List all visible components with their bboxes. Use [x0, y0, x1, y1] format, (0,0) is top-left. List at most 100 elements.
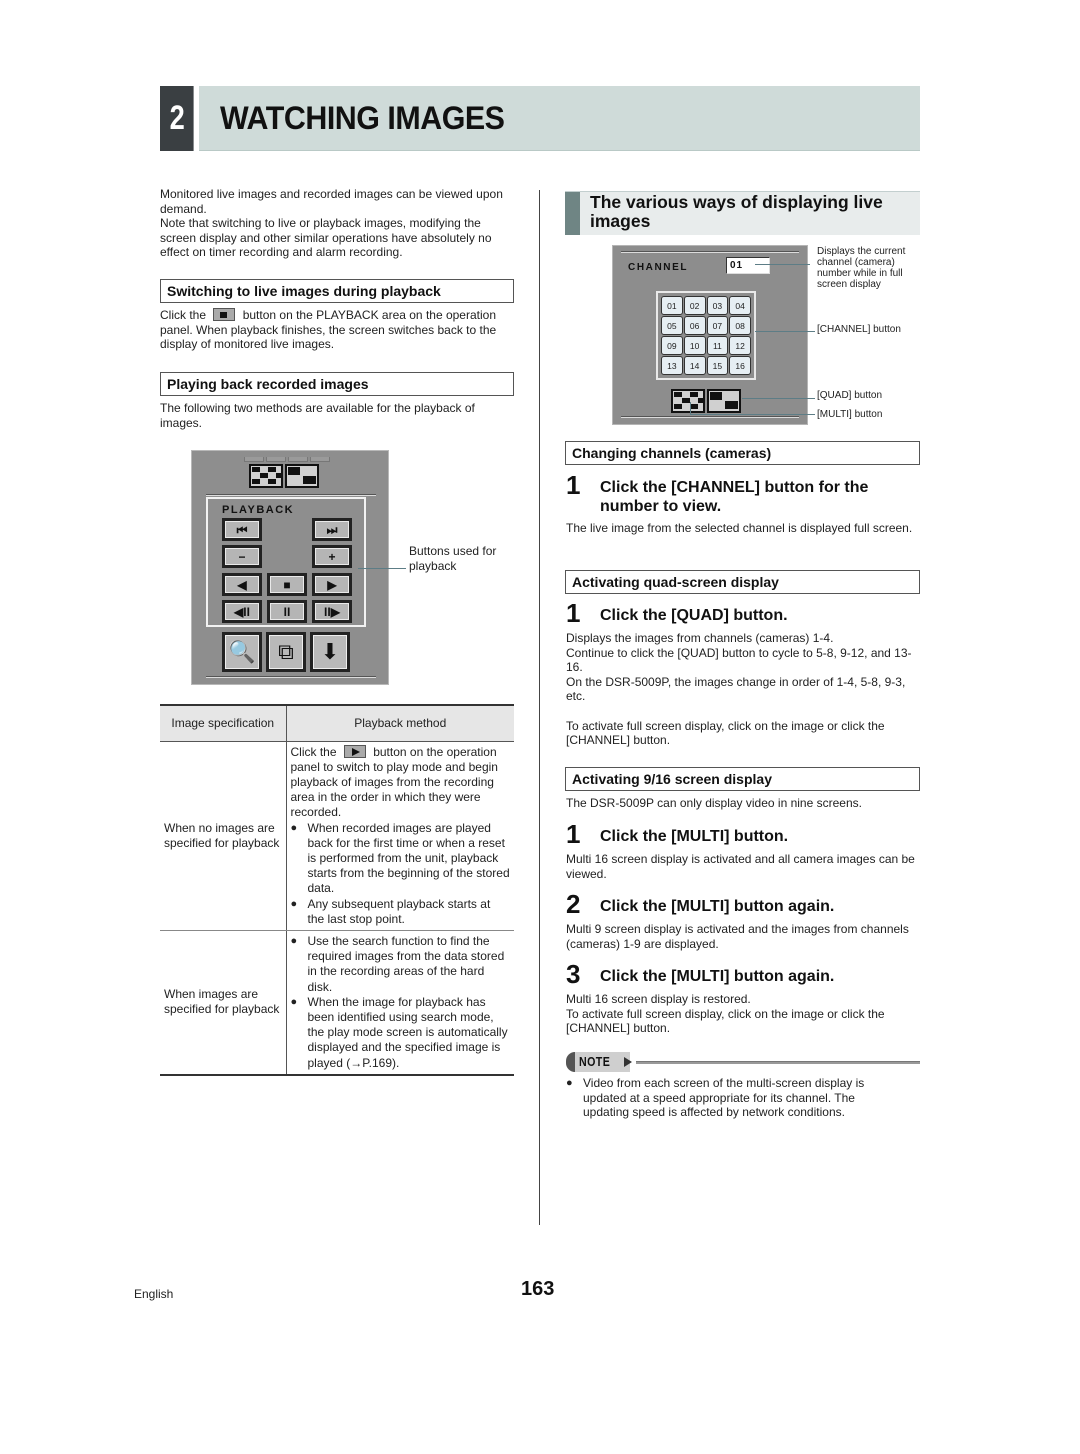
reverse-icon: ◀ [225, 576, 259, 593]
page-number: 163 [521, 1278, 555, 1300]
channel-button-10[interactable]: 10 [683, 336, 706, 355]
intro-paragraph: Monitored live images and recorded image… [160, 187, 512, 260]
callout-multi-button: [MULTI] button [817, 409, 883, 420]
copy-icon: ⧉ [269, 635, 303, 669]
step-title: Click the [CHANNEL] button for the numbe… [600, 479, 869, 515]
playback-label: PLAYBACK [222, 504, 295, 516]
channel-button-06[interactable]: 06 [683, 316, 706, 335]
step-back-button[interactable]: ◀II [222, 600, 262, 623]
bullet-text: Use the search function to find the requ… [307, 933, 505, 994]
channel-button-11[interactable]: 11 [706, 336, 729, 355]
copy-button[interactable]: ⧉ [266, 632, 306, 672]
play-button[interactable]: ▶ [312, 573, 352, 596]
table-cell-spec: When images are specified for playback [160, 930, 287, 1076]
skip-to-end-icon: ⏭ [315, 521, 349, 538]
bullet-item: ● Any subsequent playback starts at the l… [291, 897, 511, 927]
subheading-quad: Activating quad-screen display [565, 570, 920, 594]
table-cell-spec: When no images are specified for playbac… [160, 741, 287, 931]
callout-leader [358, 568, 406, 569]
skip-to-end-button[interactable]: ⏭ [312, 518, 352, 541]
switching-text-before: Click the [160, 308, 207, 322]
callout-channel-button: [CHANNEL] button [817, 324, 901, 335]
multi-step-text-2: To activate full screen display, click o… [566, 1006, 885, 1036]
step-number: 2 [566, 889, 581, 919]
changing-text: The live image from the selected channel… [566, 521, 913, 535]
pause-button[interactable]: II [267, 600, 307, 623]
magnifier-icon: 🔍 [225, 635, 259, 669]
minus-icon: − [225, 548, 259, 565]
method-intro: Click the button on the operation panel … [290, 744, 511, 821]
table-cell-method: Click the button on the operation panel … [286, 741, 514, 931]
step-number: 3 [566, 959, 581, 989]
playback-methods-table: Image specification Playback method When… [160, 704, 514, 1076]
bullet-item: ● When recorded images are played back fo… [290, 820, 510, 896]
section-accent [565, 192, 580, 235]
footer-language: English [134, 1287, 174, 1301]
intro-text-2: Note that switching to live or playback … [160, 216, 492, 260]
bullet-text: Any subsequent playback starts at the la… [307, 896, 491, 926]
callout-leader [755, 264, 810, 265]
note-rule [636, 1061, 920, 1064]
callout-leader [690, 402, 691, 414]
bullet-item: ● Video from each screen of the multi-scr… [566, 1076, 896, 1120]
callout-leader [690, 414, 815, 415]
step-title: Click the [QUAD] button. [600, 607, 788, 624]
download-icon: ⬇ [313, 635, 347, 669]
quad-text: Displays the images from channels (camer… [566, 631, 922, 748]
channel-button-09[interactable]: 09 [661, 336, 683, 355]
playback-button-group: PLAYBACK ⏮ ⏭ − + ◀ ■ ▶ ◀II II II▶ [206, 497, 366, 627]
plus-button[interactable]: + [312, 545, 352, 568]
multi-icon[interactable] [249, 464, 283, 488]
skip-to-start-button[interactable]: ⏮ [222, 518, 262, 541]
channel-button-07[interactable]: 07 [706, 316, 729, 335]
play-icon: ▶ [315, 576, 349, 593]
channel-button-12[interactable]: 12 [729, 336, 751, 355]
channel-button-03[interactable]: 03 [706, 296, 729, 315]
quad-text-3: On the DSR-5009P, the images change in o… [566, 674, 906, 704]
multi-step-text: Multi 16 screen display is restored. To … [566, 992, 922, 1036]
multi-step-text: Multi 9 screen display is activated and … [566, 922, 909, 951]
download-button[interactable]: ⬇ [310, 632, 350, 672]
minus-button[interactable]: − [222, 545, 262, 568]
channel-button-01[interactable]: 01 [661, 296, 683, 315]
note-banner: NOTE [566, 1052, 920, 1072]
step-title: Click the [MULTI] button again. [600, 968, 835, 985]
divider [621, 251, 799, 253]
quad-icon[interactable] [285, 464, 319, 488]
search-button[interactable]: 🔍 [222, 632, 262, 672]
quad-button[interactable] [707, 389, 741, 413]
channel-button-04[interactable]: 04 [729, 296, 751, 315]
channel-button-05[interactable]: 05 [661, 316, 683, 335]
section-title: The various ways of displaying live imag… [590, 192, 883, 231]
channel-button-15[interactable]: 15 [706, 356, 729, 375]
multi-text: The DSR-5009P can only display video in … [566, 796, 862, 810]
step-forward-button[interactable]: II▶ [312, 600, 352, 623]
method-intro-before: Click the [290, 744, 337, 759]
step-number: 1 [566, 470, 581, 500]
stop-button[interactable]: ■ [267, 573, 307, 596]
channel-button-16[interactable]: 16 [729, 356, 751, 375]
channel-button-02[interactable]: 02 [683, 296, 706, 315]
stop-icon: ■ [270, 576, 304, 593]
panel-tabs [244, 449, 334, 462]
channel-button-14[interactable]: 14 [683, 356, 706, 375]
bullet-item: ● When the image for playback has been id… [291, 995, 511, 1071]
step-number: 1 [566, 819, 581, 849]
channel-button-08[interactable]: 08 [729, 316, 751, 335]
reverse-button[interactable]: ◀ [222, 573, 262, 596]
channel-button-13[interactable]: 13 [661, 356, 683, 375]
intro-text-1: Monitored live images and recorded image… [160, 187, 503, 216]
channel-button-grid: 01 02 03 04 05 06 07 08 09 10 11 12 13 14 15 16 [656, 291, 756, 380]
table-header-method: Playback method [286, 704, 514, 742]
arrow-right-icon [624, 1057, 632, 1067]
note-bullets: ● Video from each screen of the multi-scr… [566, 1076, 896, 1120]
multi-button[interactable] [671, 389, 705, 413]
table-row: When no images are specified for playbac… [160, 741, 514, 931]
column-divider [539, 190, 540, 1225]
table-cell-method: ● Use the search function to find the req… [286, 930, 514, 1076]
divider [206, 494, 376, 496]
note-label: NOTE [579, 1054, 611, 1069]
table-row: When images are specified for playback ●… [160, 930, 514, 1076]
playing-back-paragraph: The following two methods are available … [160, 401, 475, 430]
table-header-spec: Image specification [160, 704, 287, 742]
